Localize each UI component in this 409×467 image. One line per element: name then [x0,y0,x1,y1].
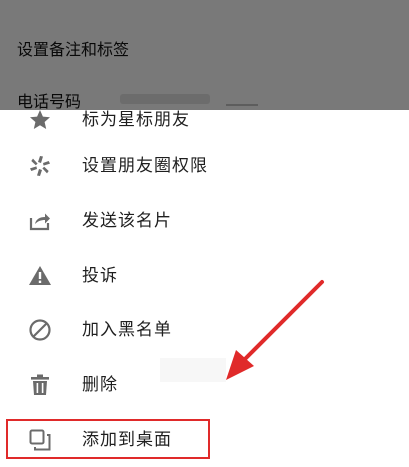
annotation-arrow [226,280,324,380]
